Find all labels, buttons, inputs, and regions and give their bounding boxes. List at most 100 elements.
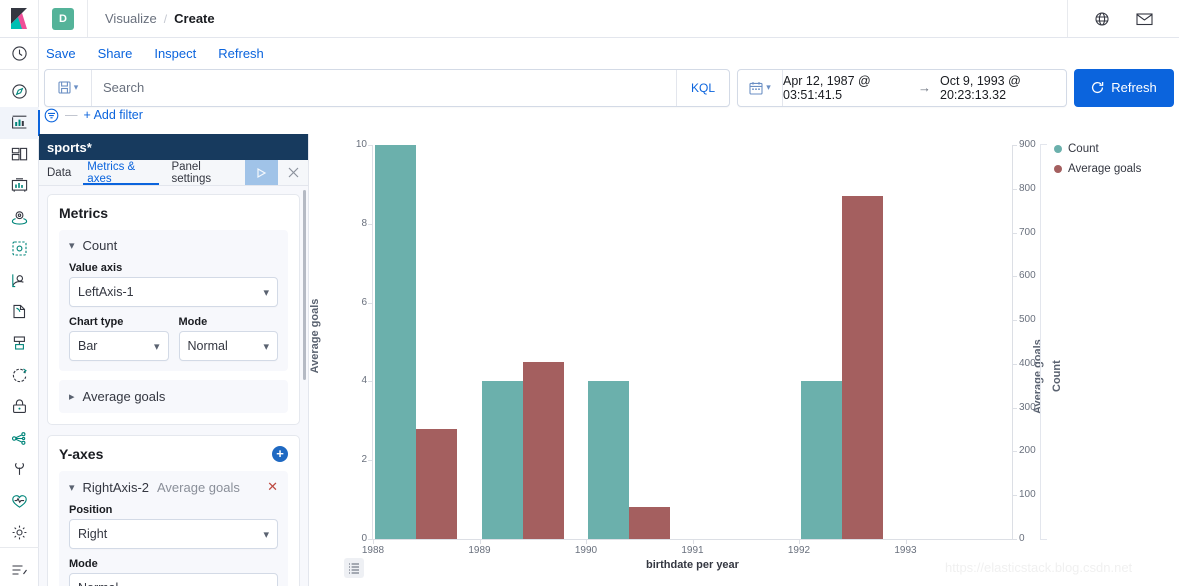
panel-scrollbar[interactable] [303,190,306,380]
chevron-down-icon: ▾ [263,582,269,586]
date-start[interactable]: Apr 12, 1987 @ 03:51:41.5 [783,74,909,102]
search-input[interactable]: Search [92,80,676,95]
sidebar-item-infrastructure[interactable] [0,265,39,297]
calendar-icon[interactable]: ▾ [738,69,783,106]
filter-icon[interactable] [44,108,59,123]
bar-count[interactable] [588,381,629,539]
right-tick-label: 800 [1019,182,1036,194]
tab-data[interactable]: Data [39,160,79,185]
search-box[interactable]: ▾ Search KQL [44,68,730,107]
sidebar-item-monitoring[interactable] [0,485,39,517]
date-picker[interactable]: ▾ Apr 12, 1987 @ 03:51:41.5 → Oct 9, 199… [737,68,1067,107]
date-range[interactable]: Apr 12, 1987 @ 03:51:41.5 → Oct 9, 1993 … [783,74,1066,102]
save-button[interactable]: Save [46,46,76,61]
refresh-button[interactable]: Refresh [1074,68,1174,107]
header-actions [1067,0,1179,37]
legend-item[interactable]: Count [1054,143,1141,155]
close-editor-button[interactable] [278,160,308,185]
left-tick-label: 10 [355,139,367,150]
value-axis-select[interactable]: LeftAxis-1 ▾ [69,277,278,307]
metric-average-goals-label: Average goals [82,389,166,404]
share-button[interactable]: Share [98,46,133,61]
breadcrumb-visualize[interactable]: Visualize [105,11,157,26]
y-axes-heading: Y-axes [59,446,104,462]
left-tick-label: 6 [361,296,367,308]
sidebar-item-discover[interactable] [0,75,39,107]
bar-average-goals[interactable] [629,507,670,539]
refresh-link[interactable]: Refresh [218,46,264,61]
chevron-down-icon: ▾ [69,481,75,494]
axis-mode-select[interactable]: Normal ▾ [69,573,278,586]
breadcrumb: Visualize / Create [88,0,215,37]
left-tick-label: 2 [361,454,367,466]
x-tick-mark [799,540,800,544]
legend-color-dot [1054,165,1062,173]
filter-bar: — + Add filter [44,104,544,126]
add-filter-button[interactable]: + Add filter [84,108,143,122]
space-selector[interactable]: D [39,0,88,37]
saved-query-icon[interactable]: ▾ [45,69,92,106]
sidebar-item-graph[interactable] [0,422,39,454]
range-arrow-icon: → [918,80,931,95]
date-end[interactable]: Oct 9, 1993 @ 20:23:13.32 [940,74,1066,102]
legend-item[interactable]: Average goals [1054,163,1141,175]
bar-count[interactable] [481,381,523,539]
metric-average-goals-header[interactable]: ▸ Average goals [59,380,288,413]
inspect-button[interactable]: Inspect [154,46,196,61]
bar-average-goals[interactable] [842,196,883,539]
visualization-chart: 0 2 4 6 8 10 0 100 200 300 400 500 600 700 800 900 198… [309,134,1179,586]
bar-average-goals[interactable] [416,428,457,539]
chart-type-select[interactable]: Bar ▾ [69,331,169,361]
breadcrumb-create: Create [174,11,215,26]
sidebar-item-logs[interactable] [0,296,39,328]
y-axes-heading-row: Y-axes + [59,446,288,462]
metric-mode-select[interactable]: Normal ▾ [178,331,278,361]
sidebar-item-maps[interactable] [0,202,39,234]
sidebar-item-recently-viewed[interactable] [0,38,39,70]
position-label: Position [69,504,113,516]
collapse-nav-icon[interactable] [0,554,39,586]
globe-icon[interactable] [1094,11,1110,27]
right-tick-mark [1013,320,1017,322]
right-axis-header[interactable]: ▾ RightAxis-2 Average goals ✕ [69,479,278,495]
right-tick-mark [1013,188,1017,190]
sidebar-item-apm[interactable] [0,328,39,360]
legend-toggle-icon[interactable] [344,558,364,578]
kibana-logo[interactable] [0,0,39,37]
add-axis-icon[interactable]: + [272,446,288,462]
sidebar-item-visualize[interactable] [0,106,40,139]
left-tick-mark [368,460,372,462]
sidebar-item-machine-learning[interactable] [0,233,39,265]
metric-count-header[interactable]: ▾ Count [69,238,278,253]
refresh-icon [1091,81,1104,94]
sidebar-item-uptime[interactable] [0,359,39,391]
right-tick-label: 700 [1019,226,1036,238]
editor-action-links: Save Share Inspect Refresh [39,38,1179,68]
tab-metrics-axes[interactable]: Metrics & axes [79,160,163,185]
tab-panel-settings[interactable]: Panel settings [163,160,244,185]
sidebar-item-dev-tools[interactable] [0,454,39,486]
query-language-button[interactable]: KQL [675,69,729,106]
sidebar-item-management[interactable] [0,517,39,549]
legend-color-dot [1054,145,1062,153]
mail-icon[interactable] [1136,12,1153,26]
sidebar-item-canvas[interactable] [0,170,39,202]
sidebar-item-siem[interactable] [0,391,39,423]
right-tick-label: 100 [1019,489,1036,501]
chart-type-value: Bar [78,339,98,353]
sidebar-item-dashboard[interactable] [0,139,39,171]
right-tick-mark [1013,451,1017,453]
breadcrumb-separator: / [163,11,168,26]
remove-axis-icon[interactable]: ✕ [267,479,278,495]
position-select[interactable]: Right ▾ [69,519,278,549]
right-tick-label: 500 [1019,314,1036,326]
metric-count-section: ▾ Count Value axis LeftAxis-1 ▾ Chart ty… [59,230,288,371]
filter-dash: — [65,108,78,122]
apply-changes-button[interactable] [244,160,279,185]
left-tick-mark [368,223,372,225]
bar-count[interactable] [801,381,842,539]
legend-label: Average goals [1068,163,1142,175]
chart-type-label: Chart type [69,316,124,328]
bar-count[interactable] [375,145,416,539]
bar-average-goals[interactable] [522,361,564,539]
